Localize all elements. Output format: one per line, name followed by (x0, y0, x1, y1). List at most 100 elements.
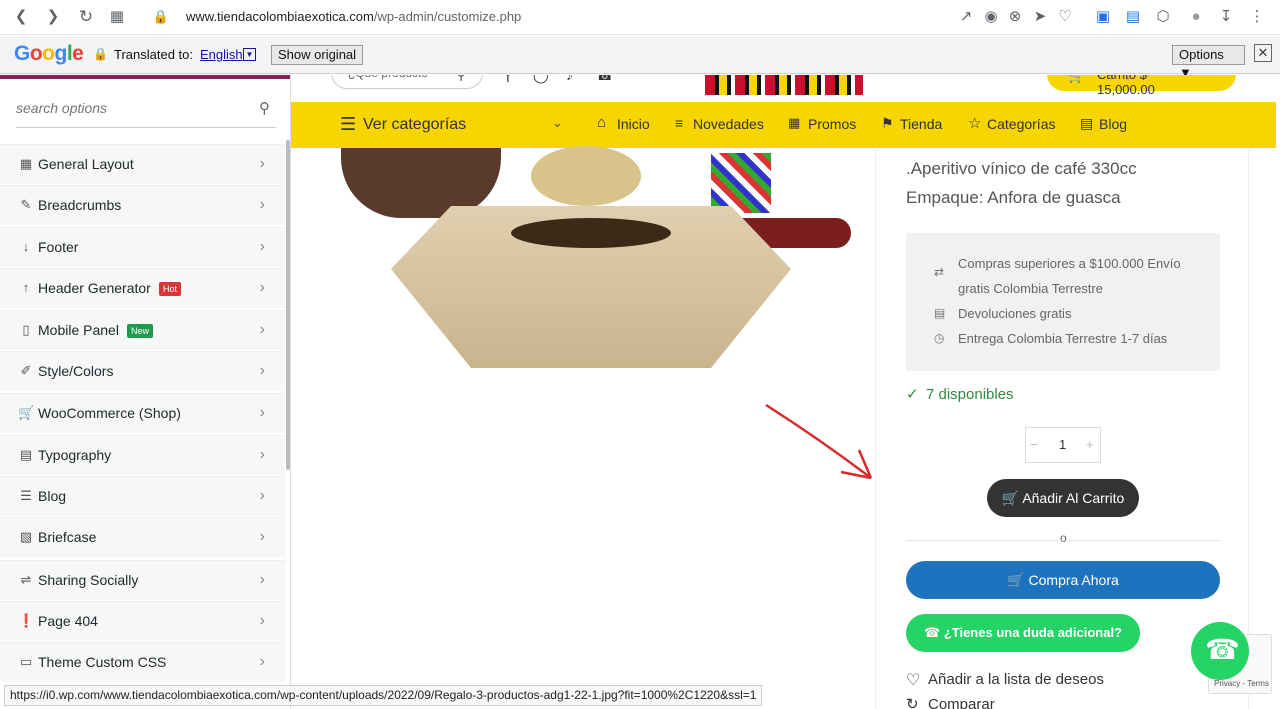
code-icon: ▭ (19, 654, 33, 669)
sidebar-item-mobile-panel[interactable]: ▯ Mobile Panel New › (0, 310, 285, 350)
alert-icon: ❗ (18, 613, 35, 628)
chevron-right-icon: › (259, 612, 265, 629)
options-button[interactable]: Options ▼ (1172, 45, 1245, 80)
download-icon[interactable]: ↧ (1215, 6, 1237, 28)
search-options-input[interactable] (16, 94, 236, 122)
image-icon: ▧ (19, 529, 33, 544)
chevron-right-icon: › (259, 321, 265, 338)
compare-link[interactable]: Comparar (928, 696, 995, 709)
chevron-right-icon: › (259, 196, 265, 213)
whatsapp-question-button[interactable]: ☎ ¿Tienes una duda adicional? (906, 614, 1140, 652)
qty-input[interactable]: 1 (1059, 437, 1066, 452)
profile-avatar-icon[interactable]: ● (1185, 6, 1207, 28)
basket-icon: ⚑ (881, 115, 894, 131)
add-to-cart-label: Añadir Al Carrito (1022, 490, 1125, 506)
star-icon: ☆ (968, 115, 982, 132)
nav-inicio[interactable]: Inicio (617, 116, 650, 132)
sidebar-item-page-404[interactable]: ❗ Page 404 › (0, 601, 285, 641)
sidebar-item-label: WooCommerce (Shop) (38, 405, 181, 421)
layout-icon: ▦ (19, 156, 33, 171)
compare-icon[interactable]: ↻ (906, 695, 919, 709)
shipping-icon: ⇄ (934, 265, 945, 279)
grid-icon: ▦ (788, 115, 801, 130)
address-bar[interactable]: www.tiendacolombiaexotica.com/wp-admin/c… (186, 9, 521, 24)
sidebar-item-theme-custom-css[interactable]: ▭ Theme Custom CSS › (0, 642, 285, 682)
sidebar-search: ⚲ (16, 94, 276, 128)
sidebar-item-label: Theme Custom CSS (38, 654, 167, 670)
language-select[interactable]: English (200, 47, 243, 62)
instagram-icon[interactable]: ◯ (533, 75, 549, 84)
camera-icon[interactable]: ◉ (980, 6, 1002, 28)
sidebar-item-label: Breadcrumbs (38, 197, 122, 213)
nav-promos[interactable]: Promos (808, 116, 856, 132)
translate-icon[interactable]: ▤ (1122, 6, 1144, 28)
sidebar-item-label: Footer (38, 239, 79, 255)
sidebar-item-sharing-socially[interactable]: ⇌ Sharing Socially › (0, 560, 285, 600)
close-translate-icon[interactable]: ✕ (1254, 44, 1272, 62)
sidebar-item-style-colors[interactable]: ✐ Style/Colors › (0, 351, 285, 391)
chevron-right-icon: › (259, 487, 265, 504)
site-search-icon[interactable]: ⚲ (456, 75, 466, 83)
send-icon[interactable]: ➤ (1029, 6, 1051, 28)
translated-to-label: Translated to: (114, 47, 194, 62)
sidebar-accent-bar (0, 75, 290, 79)
heart-icon[interactable]: ♡ (1054, 6, 1076, 28)
sidebar-item-blog[interactable]: ☰ Blog › (0, 476, 285, 516)
nav-tienda[interactable]: Tienda (900, 116, 942, 132)
clock-icon: ◷ (934, 331, 945, 345)
shipping-info-box: ⇄ Compras superiores a $100.000 Envío gr… (906, 233, 1220, 371)
sidebar-scrollbar[interactable] (286, 140, 290, 470)
colorful-box (711, 153, 771, 213)
heart-outline-icon[interactable]: ♡ (906, 670, 920, 690)
sidebar-item-general-layout[interactable]: ▦ General Layout › (0, 144, 285, 184)
google-logo: Google (14, 42, 84, 65)
facebook-icon[interactable]: f (506, 75, 510, 85)
qty-minus-button[interactable]: − (1030, 437, 1038, 452)
forward-icon[interactable]: ❯ (42, 6, 64, 28)
categories-toggle[interactable]: Ver categorías (363, 116, 466, 134)
hamburger-icon[interactable]: ☰ (340, 114, 356, 135)
cart-btn-icon: 🛒 (1001, 490, 1023, 506)
sidebar-item-breadcrumbs[interactable]: ✎ Breadcrumbs › (0, 185, 285, 225)
gift-icon: ▤ (934, 306, 946, 320)
tabs-grid-icon[interactable]: ▦ (106, 6, 128, 28)
site-logo[interactable] (705, 75, 863, 95)
back-icon[interactable]: ❮ (10, 6, 32, 28)
search-icon[interactable]: ⚲ (259, 99, 270, 117)
sidebar-item-header-generator[interactable]: ↑ Header Generator Hot › (0, 268, 285, 308)
sidebar-item-footer[interactable]: ↓ Footer › (0, 227, 285, 267)
list-icon: ☰ (20, 488, 32, 503)
sidebar-item-label: Blog (38, 488, 67, 504)
language-dropdown-icon[interactable]: ▼ (243, 48, 256, 61)
recaptcha-links[interactable]: Privacy - Terms (1214, 679, 1269, 688)
whatsapp-small-icon[interactable]: ☎ (596, 75, 613, 84)
whatsapp-float-button[interactable]: ☎ (1191, 622, 1249, 680)
sidebar-item-woocommerce-shop[interactable]: 🛒 WooCommerce (Shop) › (0, 393, 285, 433)
product-image[interactable] (331, 146, 851, 428)
sidebar-item-typography[interactable]: ▤ Typography › (0, 435, 285, 475)
share-icon[interactable]: ↗ (955, 6, 977, 28)
nav-novedades[interactable]: Novedades (693, 116, 764, 132)
reload-icon[interactable]: ↻ (75, 6, 97, 28)
url-path: /wp-admin/customize.php (373, 9, 522, 24)
quantity-stepper: − 1 + (1025, 427, 1101, 463)
add-to-wishlist-link[interactable]: Añadir a la lista de deseos (928, 671, 1104, 688)
menu-icon[interactable]: ⋮ (1246, 6, 1268, 28)
sidebar-item-briefcase[interactable]: ▧ Briefcase › (0, 517, 285, 557)
translate-ext-icon[interactable]: ▣ (1092, 6, 1114, 28)
nav-categorias[interactable]: Categorías (987, 116, 1055, 132)
blog-icon: ▤ (1080, 115, 1094, 131)
tiktok-icon[interactable]: ♪ (566, 75, 573, 83)
extensions-icon[interactable]: ⬡ (1152, 6, 1174, 28)
chevron-down-icon[interactable]: ⌄ (552, 115, 563, 131)
show-original-button[interactable]: Show original (271, 45, 364, 65)
badge-hot: Hot (159, 282, 182, 296)
red-arrow-annotation (765, 403, 873, 480)
lock-icon[interactable]: 🔒 (150, 6, 172, 28)
add-to-cart-button[interactable]: 🛒 Añadir Al Carrito (987, 479, 1139, 517)
buy-now-button[interactable]: 🛒 Compra Ahora (906, 561, 1220, 599)
block-icon[interactable]: ⊗ (1004, 6, 1026, 28)
document-icon: ▤ (19, 447, 33, 462)
nav-blog[interactable]: Blog (1099, 116, 1127, 132)
qty-plus-button[interactable]: + (1086, 437, 1094, 452)
